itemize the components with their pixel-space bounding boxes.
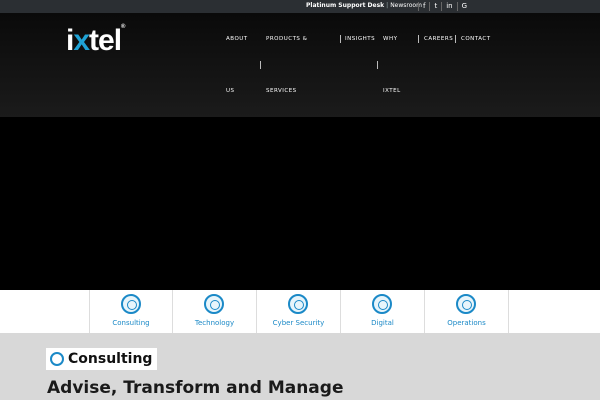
nav-about[interactable]: ABOUT: [226, 36, 248, 42]
shield-network-icon: [288, 294, 308, 314]
section-badge-label: Consulting: [68, 351, 153, 367]
social-links: f t in G: [418, 0, 471, 13]
service-technology[interactable]: Technology: [173, 290, 257, 333]
section-heading: Advise, Transform and Manage: [47, 378, 344, 398]
nav-insights[interactable]: INSIGHTS: [345, 36, 375, 42]
nav-careers[interactable]: CAREERS: [424, 36, 453, 42]
service-label: Digital: [371, 319, 394, 327]
consulting-icon: [121, 294, 141, 314]
ixtel-logo[interactable]: ixtel®: [66, 24, 126, 58]
service-label: Cyber Security: [272, 319, 325, 327]
service-label: Consulting: [112, 319, 150, 327]
service-label: Operations: [447, 319, 486, 327]
utility-links: Platinum Support Desk | Newsroom: [306, 2, 422, 9]
twitter-icon[interactable]: t: [429, 2, 441, 11]
utility-separator: |: [386, 2, 389, 9]
nav-divider: [260, 61, 261, 69]
nav-why[interactable]: WHY: [383, 36, 397, 42]
consulting-section: Consulting Advise, Transform and Manage: [0, 333, 600, 400]
nav-divider: [418, 35, 419, 43]
linkedin-icon[interactable]: in: [441, 2, 456, 11]
section-badge: Consulting: [46, 348, 158, 370]
gears-icon: [456, 294, 476, 314]
nav-divider: [340, 35, 341, 43]
nav-divider: [377, 61, 378, 69]
nav-divider: [455, 35, 456, 43]
site-header: ixtel® ABOUT US PRODUCTS & SERVICES INSI…: [0, 13, 600, 117]
services-strip: Consulting Technology Cyber Security Dig…: [0, 290, 600, 333]
hero-banner: [0, 117, 600, 290]
logo-text-x: x: [73, 24, 90, 57]
platinum-support-link[interactable]: Platinum Support Desk: [306, 2, 384, 9]
registered-mark: ®: [121, 24, 126, 30]
logo-text-tel: tel: [89, 24, 122, 57]
consulting-icon: [50, 352, 64, 366]
nav-about-line2[interactable]: US: [226, 88, 235, 94]
facebook-icon[interactable]: f: [418, 2, 429, 11]
service-cyber-security[interactable]: Cyber Security: [257, 290, 341, 333]
chip-icon: [204, 294, 224, 314]
nav-products-line2[interactable]: SERVICES: [266, 88, 297, 94]
nav-why-line2[interactable]: IXTEL: [383, 88, 401, 94]
service-operations[interactable]: Operations: [425, 290, 509, 333]
service-digital[interactable]: Digital: [341, 290, 425, 333]
service-label: Technology: [194, 319, 235, 327]
nav-contact[interactable]: CONTACT: [461, 36, 491, 42]
google-icon[interactable]: G: [456, 2, 471, 11]
target-icon: [372, 294, 392, 314]
nav-products[interactable]: PRODUCTS &: [266, 36, 307, 42]
utility-bar: Platinum Support Desk | Newsroom f t in G: [0, 0, 600, 13]
service-consulting[interactable]: Consulting: [89, 290, 173, 333]
